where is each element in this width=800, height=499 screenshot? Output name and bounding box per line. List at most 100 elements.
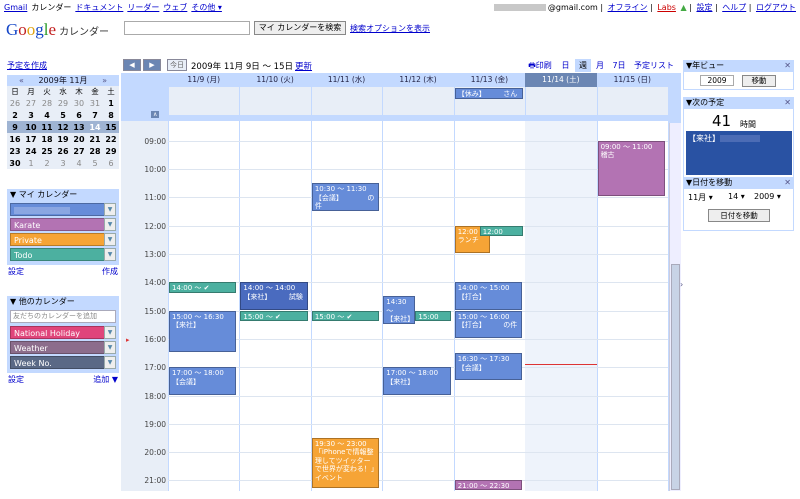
close-icon[interactable]: ✕ xyxy=(784,177,791,189)
calendar-item[interactable]: Private ▼ xyxy=(10,233,116,246)
offline-link[interactable]: オフライン xyxy=(608,3,648,12)
mini-cal-day[interactable]: 29 xyxy=(55,97,71,109)
calendar-menu-icon[interactable]: ▼ xyxy=(104,356,116,369)
labs-link[interactable]: Labs xyxy=(657,3,676,12)
calendar-event[interactable]: 12:00 xyxy=(479,225,523,237)
day-header[interactable]: 11/14 (土) xyxy=(525,73,597,87)
mini-cal-day[interactable]: 17 xyxy=(23,133,39,145)
mini-cal-day[interactable]: 14 xyxy=(87,121,103,133)
top-link-1[interactable]: カレンダー xyxy=(31,3,71,12)
mini-cal-day[interactable]: 25 xyxy=(39,145,55,157)
calendar-menu-icon[interactable]: ▼ xyxy=(104,203,116,216)
help-link[interactable]: ヘルプ xyxy=(722,3,746,12)
year-go-button[interactable]: 移動 xyxy=(742,75,776,87)
next-event-card[interactable]: 【来社】 xyxy=(686,131,792,175)
mini-cal-day[interactable]: 26 xyxy=(7,97,23,109)
mini-cal-day[interactable]: 1 xyxy=(103,97,119,109)
calendar-item[interactable]: Karate ▼ xyxy=(10,218,116,231)
top-link-5[interactable]: その他 ▾ xyxy=(191,3,222,12)
calendar-menu-icon[interactable]: ▼ xyxy=(104,233,116,246)
calendar-event[interactable]: 15:00 ～ ✔一緒 xyxy=(240,310,308,321)
day-header[interactable]: 11/9 (月) xyxy=(168,73,239,87)
mini-cal-day[interactable]: 2 xyxy=(7,109,23,121)
logout-link[interactable]: ログアウト xyxy=(756,3,796,12)
goto-date-title[interactable]: ▼日付を移動 ✕ xyxy=(683,177,794,189)
mini-cal-day[interactable]: 1 xyxy=(23,157,39,169)
calendar-item[interactable]: Todo ▼ xyxy=(10,248,116,261)
mini-cal-day[interactable]: 31 xyxy=(87,97,103,109)
calendar-event[interactable]: 14:00 ～ ✔ xyxy=(169,282,237,293)
day-header[interactable]: 11/15 (日) xyxy=(597,73,668,87)
mini-cal-day[interactable]: 22 xyxy=(103,133,119,145)
mini-cal-day[interactable]: 30 xyxy=(71,97,87,109)
calendar-menu-icon[interactable]: ▼ xyxy=(104,341,116,354)
mini-cal-day[interactable]: 4 xyxy=(39,109,55,121)
other-calendars-title[interactable]: ▼ 他のカレンダー xyxy=(7,296,119,308)
day-header[interactable]: 11/13 (金) xyxy=(454,73,525,87)
calendar-event[interactable]: 15:00 ～ 16:00 【打合】 の件 xyxy=(454,310,523,338)
mini-cal-day[interactable]: 24 xyxy=(23,145,39,157)
mini-cal-prev-icon[interactable]: « xyxy=(19,75,24,86)
print-link[interactable]: 🖶印刷 xyxy=(523,59,557,72)
day-header[interactable]: 11/10 (火) xyxy=(239,73,310,87)
mini-cal-day[interactable]: 28 xyxy=(87,145,103,157)
calendar-event[interactable]: 10:30 ～ 11:30 【会議】 の件 xyxy=(311,183,380,211)
mini-cal-day[interactable]: 7 xyxy=(87,109,103,121)
mini-cal-day[interactable]: 26 xyxy=(55,145,71,157)
search-my-calendars-button[interactable]: マイ カレンダーを検索 xyxy=(254,21,346,35)
mini-cal-day[interactable]: 3 xyxy=(23,109,39,121)
add-friend-calendar-input[interactable]: 友だちのカレンダーを追加 xyxy=(10,310,116,323)
mini-cal-day[interactable]: 20 xyxy=(71,133,87,145)
day-header[interactable]: 11/12 (木) xyxy=(382,73,453,87)
day-select[interactable]: 14 ▾ xyxy=(728,192,745,201)
calendar-event[interactable]: 19:30 ～ 23:00 「iPhoneで情報整理してツイッターで世界が変わる！… xyxy=(311,437,380,488)
scrollbar-thumb[interactable] xyxy=(671,264,680,490)
mini-cal-day[interactable]: 28 xyxy=(39,97,55,109)
close-icon[interactable]: ✕ xyxy=(784,97,791,109)
mini-cal-day[interactable]: 5 xyxy=(87,157,103,169)
calendar-menu-icon[interactable]: ▼ xyxy=(104,218,116,231)
search-options-link[interactable]: 検索オプションを表示 xyxy=(350,23,430,34)
google-calendar-logo[interactable]: Google カレンダー xyxy=(6,20,109,40)
calendar-event[interactable]: 09:00 ～ 11:00 稽古 xyxy=(597,140,665,197)
my-calendars-title[interactable]: ▼ マイ カレンダー xyxy=(7,189,119,201)
view-tab-week[interactable]: 週 xyxy=(575,59,591,72)
mini-cal-day[interactable]: 27 xyxy=(71,145,87,157)
create-event-link[interactable]: 予定を作成 xyxy=(7,60,47,71)
mini-cal-day[interactable]: 2 xyxy=(39,157,55,169)
close-icon[interactable]: ✕ xyxy=(784,60,791,72)
collapse-all-day-icon[interactable]: ∧ xyxy=(151,111,160,118)
prev-week-button[interactable]: ◀ xyxy=(123,59,141,71)
top-link-0[interactable]: Gmail xyxy=(4,3,27,12)
other-cal-add-link[interactable]: 追加 ▼ xyxy=(93,374,118,385)
calendar-item[interactable]: Week No. ▼ xyxy=(10,356,116,369)
my-cal-settings-link[interactable]: 設定 xyxy=(8,266,24,277)
calendar-event[interactable]: 16:30 ～ 17:30 【会議】 xyxy=(454,353,523,381)
calendar-menu-icon[interactable]: ▼ xyxy=(104,248,116,261)
next-week-button[interactable]: ▶ xyxy=(143,59,161,71)
my-cal-create-link[interactable]: 作成 xyxy=(102,266,118,277)
calendar-event[interactable]: 14:00 ～ 14:00 【来社】 試験 xyxy=(240,282,308,310)
mini-cal-day[interactable]: 3 xyxy=(55,157,71,169)
view-tab-agenda[interactable]: 予定リスト xyxy=(632,59,676,72)
mini-cal-day[interactable]: 10 xyxy=(23,121,39,133)
year-input[interactable]: 2009 xyxy=(700,75,734,86)
mini-cal-day[interactable]: 8 xyxy=(103,109,119,121)
mini-cal-day[interactable]: 29 xyxy=(103,145,119,157)
mini-cal-day[interactable]: 12 xyxy=(55,121,71,133)
goto-date-button[interactable]: 日付を移動 xyxy=(708,209,770,222)
calendar-item[interactable]: ▼ xyxy=(10,203,116,216)
calendar-item[interactable]: National Holiday ▼ xyxy=(10,326,116,339)
mini-cal-day[interactable]: 27 xyxy=(23,97,39,109)
today-button[interactable]: 今日 xyxy=(167,59,187,71)
calendar-event[interactable]: 14:00 ～ 15:00 【打合】 xyxy=(454,282,523,310)
calendar-menu-icon[interactable]: ▼ xyxy=(104,326,116,339)
top-link-4[interactable]: ウェブ xyxy=(163,3,187,12)
all-day-event[interactable]: 【休み】 さん xyxy=(454,88,524,99)
search-input[interactable] xyxy=(124,21,250,35)
year-select[interactable]: 2009 ▾ xyxy=(754,192,781,201)
mini-cal-next-icon[interactable]: » xyxy=(102,75,107,86)
calendar-event[interactable]: 15:00 ～ 16:30 【来社】 xyxy=(169,310,237,353)
refresh-link[interactable]: 更新 xyxy=(295,60,312,72)
calendar-event[interactable]: 21:00 ～ 22:30稽古 xyxy=(454,480,523,491)
